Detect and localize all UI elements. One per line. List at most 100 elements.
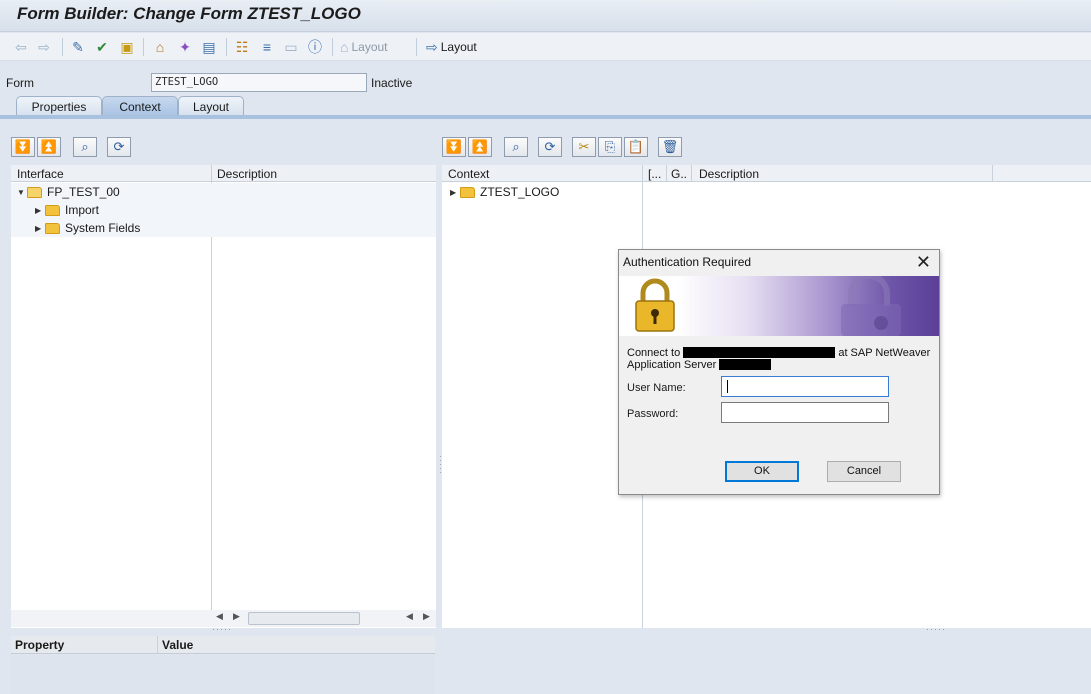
frame-icon[interactable]: ▭ xyxy=(282,37,300,57)
info-icon[interactable]: ⓘ xyxy=(306,37,324,57)
ok-button[interactable]: OK xyxy=(725,461,799,482)
folder-icon xyxy=(460,186,475,198)
magic-wand-icon[interactable]: ✦ xyxy=(176,37,194,57)
paste-icon[interactable]: 📋 xyxy=(624,137,648,157)
folder-icon xyxy=(45,204,60,216)
text-caret xyxy=(727,380,728,393)
cancel-button[interactable]: Cancel xyxy=(827,461,901,482)
where-used-icon[interactable]: ⌂ xyxy=(151,37,169,57)
expand-all-icon[interactable]: ⏬ xyxy=(442,137,466,157)
folder-open-icon xyxy=(27,186,42,198)
form-status: Inactive xyxy=(371,76,413,90)
tab-properties[interactable]: Properties xyxy=(16,96,102,116)
toolbar-separator xyxy=(143,38,144,56)
arrow-right-icon: ⇨ xyxy=(426,38,438,55)
hierarchy-icon[interactable]: ☷ xyxy=(233,37,251,57)
tree-node-context-root[interactable]: ▶ ZTEST_LOGO xyxy=(450,183,559,201)
username-label: User Name: xyxy=(627,382,686,394)
form-row: Form ZTEST_LOGO Inactive xyxy=(0,70,1091,96)
connect-prefix: Connect to xyxy=(627,347,681,359)
column-description[interactable]: Description xyxy=(699,167,759,181)
tree-node-root[interactable]: ▼ FP_TEST_00 xyxy=(17,183,120,201)
interface-column-header: Interface Description xyxy=(11,165,436,182)
cut-icon[interactable]: ✂ xyxy=(572,137,596,157)
authentication-dialog: Authentication Required ✕ Connect to at … xyxy=(618,249,940,495)
username-input[interactable] xyxy=(721,376,889,397)
title-bar: Form Builder: Change Form ZTEST_LOGO xyxy=(0,0,1091,32)
expand-right-icon[interactable]: ▶ xyxy=(450,188,460,197)
dialog-title: Authentication Required xyxy=(623,255,752,269)
toolbar-separator xyxy=(226,38,227,56)
dialog-banner xyxy=(619,276,939,336)
redacted-system xyxy=(719,359,772,370)
layout-disabled-button[interactable]: ⌂ Layout xyxy=(340,37,402,57)
collapse-all-icon[interactable]: ⏫ xyxy=(468,137,492,157)
find-icon[interactable]: ⌕ xyxy=(73,137,97,157)
column-divider xyxy=(992,165,993,182)
column-short-1[interactable]: [... xyxy=(648,167,661,181)
layout-disabled-icon: ⌂ xyxy=(340,39,349,55)
connect-middle: at SAP NetWeaver xyxy=(838,347,931,359)
toggle-display-change-icon[interactable]: ✎ xyxy=(69,37,87,57)
delete-icon[interactable]: 🗑 xyxy=(658,137,682,157)
toolbar-separator xyxy=(62,38,63,56)
dialog-description: Connect to at SAP NetWeaver Application … xyxy=(627,347,932,371)
context-column-header: Context [... G.. Description xyxy=(442,165,1091,182)
window-title: Form Builder: Change Form ZTEST_LOGO xyxy=(17,4,361,23)
tab-context[interactable]: Context xyxy=(102,96,178,116)
layout-button[interactable]: ⇨ Layout xyxy=(426,37,488,57)
check-icon[interactable]: ✔ xyxy=(93,37,111,57)
property-body xyxy=(11,655,435,694)
expand-right-icon[interactable]: ▶ xyxy=(35,206,45,215)
collapse-all-icon[interactable]: ⏫ xyxy=(37,137,61,157)
connect-line2: Application Server xyxy=(627,359,717,371)
column-value[interactable]: Value xyxy=(162,638,193,652)
column-context[interactable]: Context xyxy=(448,167,489,181)
column-divider xyxy=(666,165,667,182)
tree-node-system-fields[interactable]: ▶ System Fields xyxy=(35,219,140,237)
forward-icon[interactable]: ⇨ xyxy=(35,37,53,57)
tree-node-import[interactable]: ▶ Import xyxy=(35,201,99,219)
interface-toolbar: ⏬ ⏫ ⌕ ⟳ xyxy=(11,137,133,159)
tree-node-label: ZTEST_LOGO xyxy=(480,185,560,199)
activate-icon[interactable]: ▣ xyxy=(118,37,136,57)
password-label: Password: xyxy=(627,408,679,420)
redacted-host xyxy=(683,347,836,358)
column-property[interactable]: Property xyxy=(15,638,64,652)
copy-icon[interactable]: ⎘ xyxy=(598,137,622,157)
refresh-icon[interactable]: ⟳ xyxy=(538,137,562,157)
interface-panel: Interface Description ▼ FP_TEST_00 ▶ Imp… xyxy=(11,165,436,628)
property-header: Property Value xyxy=(11,636,435,654)
splitter-grip[interactable]: ····· xyxy=(926,624,946,634)
context-bottom-area xyxy=(442,636,1091,694)
splitter-grip[interactable]: ····· xyxy=(212,624,232,634)
toolbar-separator xyxy=(416,38,417,56)
tree-node-label: FP_TEST_00 xyxy=(47,185,120,199)
form-label: Form xyxy=(6,76,34,90)
refresh-icon[interactable]: ⟳ xyxy=(107,137,131,157)
align-icon[interactable]: ≡ xyxy=(258,37,276,57)
password-input[interactable] xyxy=(721,402,889,423)
expand-down-icon[interactable]: ▼ xyxy=(17,188,27,197)
column-short-2[interactable]: G.. xyxy=(671,167,687,181)
back-icon[interactable]: ⇦ xyxy=(12,37,30,57)
expand-all-icon[interactable]: ⏬ xyxy=(11,137,35,157)
tab-layout[interactable]: Layout xyxy=(178,96,244,116)
form-name-field[interactable]: ZTEST_LOGO xyxy=(151,73,367,92)
column-description[interactable]: Description xyxy=(217,167,277,181)
scroll-left-icon[interactable]: ◀ xyxy=(406,611,413,622)
close-icon[interactable]: ✕ xyxy=(916,252,931,272)
scroll-left-icon[interactable]: ◀ xyxy=(216,611,223,622)
tab-underline xyxy=(0,115,1091,119)
scroll-right-icon[interactable]: ▶ xyxy=(233,611,240,622)
application-toolbar: ⇦ ⇨ ✎ ✔ ▣ ⌂ ✦ ▤ ☷ ≡ ▭ ⓘ ⌂ Layout ⇨ Layou… xyxy=(0,33,1091,61)
scrollbar-thumb[interactable] xyxy=(248,612,360,625)
column-interface[interactable]: Interface xyxy=(17,167,64,181)
expand-right-icon[interactable]: ▶ xyxy=(35,224,45,233)
display-object-list-icon[interactable]: ▤ xyxy=(200,37,218,57)
find-icon[interactable]: ⌕ xyxy=(504,137,528,157)
scroll-right-icon[interactable]: ▶ xyxy=(423,611,430,622)
toolbar-separator xyxy=(332,38,333,56)
context-toolbar: ⏬ ⏫ ⌕ ⟳ ✂ ⎘ 📋 🗑 xyxy=(442,137,684,159)
column-divider xyxy=(157,636,158,654)
